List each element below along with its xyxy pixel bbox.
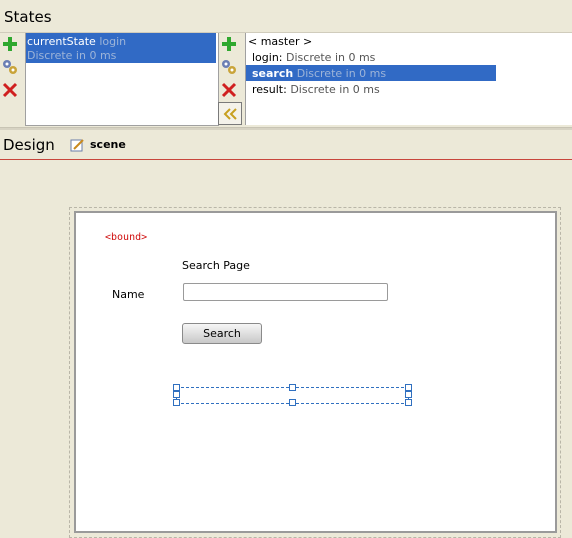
state-group-value: login	[99, 35, 127, 48]
state-item-search[interactable]: search Discrete in 0 ms	[252, 67, 386, 80]
resize-handle[interactable]	[405, 399, 412, 406]
search-button[interactable]: Search	[182, 323, 262, 344]
design-title: Design	[3, 136, 55, 154]
settings-icon	[222, 60, 236, 74]
search-page-label[interactable]: Search Page	[182, 259, 250, 272]
state-item-detail: Discrete in 0 ms	[296, 67, 387, 80]
plus-icon	[3, 37, 17, 51]
add-state-item-button[interactable]	[219, 34, 239, 54]
resize-handle[interactable]	[405, 391, 412, 398]
double-chevron-left-icon	[223, 107, 237, 120]
scene-canvas[interactable]	[74, 211, 557, 533]
delete-icon	[221, 82, 237, 98]
name-label[interactable]: Name	[112, 288, 144, 301]
delete-state-item-button[interactable]	[219, 80, 239, 100]
state-item-result[interactable]: result: Discrete in 0 ms	[252, 83, 380, 96]
scene-edit-icon[interactable]	[70, 137, 85, 156]
resize-handle[interactable]	[405, 384, 412, 391]
edit-state-button[interactable]	[0, 57, 20, 77]
resize-handle[interactable]	[289, 399, 296, 406]
master-state[interactable]: < master >	[248, 35, 312, 48]
design-separator	[0, 159, 572, 160]
bound-label: <bound>	[105, 232, 148, 243]
resize-handle[interactable]	[289, 384, 296, 391]
state-group-detail: Discrete in 0 ms	[27, 49, 117, 62]
scene-label[interactable]: scene	[90, 138, 126, 151]
state-group-name-text: currentState	[27, 35, 96, 48]
collapse-button[interactable]	[218, 102, 242, 125]
state-item-name: login:	[252, 51, 283, 64]
states-title: States	[4, 8, 52, 26]
edit-icon	[70, 139, 84, 152]
resize-handle[interactable]	[173, 399, 180, 406]
delete-state-button[interactable]	[0, 80, 20, 100]
settings-icon	[3, 60, 17, 74]
state-item-name: result:	[252, 83, 287, 96]
plus-icon	[222, 37, 236, 51]
resize-handle[interactable]	[173, 391, 180, 398]
add-state-button[interactable]	[0, 34, 20, 54]
edit-state-item-button[interactable]	[219, 57, 239, 77]
states-header	[0, 0, 572, 33]
panel-divider	[0, 127, 572, 130]
delete-icon	[2, 82, 18, 98]
state-item-login[interactable]: login: Discrete in 0 ms	[252, 51, 375, 64]
state-item-detail: Discrete in 0 ms	[286, 51, 376, 64]
resize-handle[interactable]	[173, 384, 180, 391]
state-group-name: currentState login	[27, 35, 126, 48]
name-input[interactable]	[183, 283, 388, 301]
state-item-detail: Discrete in 0 ms	[290, 83, 380, 96]
state-item-name: search	[252, 67, 294, 80]
selected-component-outline[interactable]	[173, 384, 412, 406]
